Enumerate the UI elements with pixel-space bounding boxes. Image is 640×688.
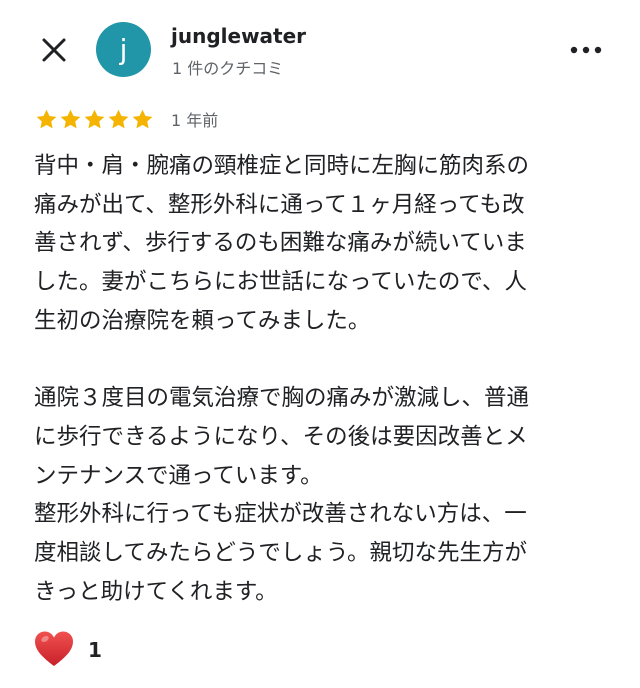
like-reaction-button[interactable]: 1 [34,628,102,672]
star-icon [84,109,105,128]
review-line: 背中・肩・腕痛の頸椎症と同時に左胸に筋肉系の [34,153,530,179]
star-icon [36,109,57,128]
heart-icon [35,631,73,666]
user-name[interactable]: junglewater [171,24,306,48]
rating-row: 1 年前 [35,104,218,134]
review-line: 生初の治療院を頼ってみました。 [34,307,371,334]
more-horizontal-icon [570,46,602,54]
review-line: ンテナンスで通っています。 [34,462,323,489]
review-line: 度相談してみたらどうでしょう。親切な先生方が [34,540,527,567]
star-icon [132,109,153,128]
review-line: きっと助けてくれます。 [34,578,278,605]
review-line: に歩行できるようになり、その後は要因改善とメ [34,423,528,450]
review-line: 善されず、歩行するのも困難な痛みが続いていま [34,230,527,257]
avatar[interactable]: j [96,22,151,77]
close-icon [42,38,66,62]
star-icon [60,109,81,128]
review-line: 痛みが出て、整形外科に通って１ヶ月経っても改 [34,191,525,218]
avatar-letter: j [119,33,128,66]
review-line: 通院３度目の電気治療で胸の痛みが激減し、普通 [34,385,530,412]
review-count: 1 件のクチコミ [172,59,284,78]
star-icon [108,109,129,128]
review-text: 背中・肩・腕痛の頸椎症と同時に左胸に筋肉系の 痛みが出て、整形外科に通って１ヶ月経… [34,147,608,611]
review-line: した。妻がこちらにお世話になっていたので、人 [34,269,527,296]
review-header: j junglewater 1 件のクチコミ [0,0,640,96]
review-paragraph-2: 通院３度目の電気治療で胸の痛みが激減し、普通 に歩行できるようになり、その後は要因… [34,379,608,611]
review-paragraph-1: 背中・肩・腕痛の頸椎症と同時に左胸に筋肉系の 痛みが出て、整形外科に通って１ヶ月経… [34,147,608,341]
close-button[interactable] [34,30,74,70]
star-rating [35,108,155,131]
reaction-count: 1 [88,638,102,662]
review-line: 整形外科に行っても症状が改善されない方は、一 [34,501,527,528]
more-options-button[interactable] [562,30,610,70]
review-time: 1 年前 [171,111,219,130]
